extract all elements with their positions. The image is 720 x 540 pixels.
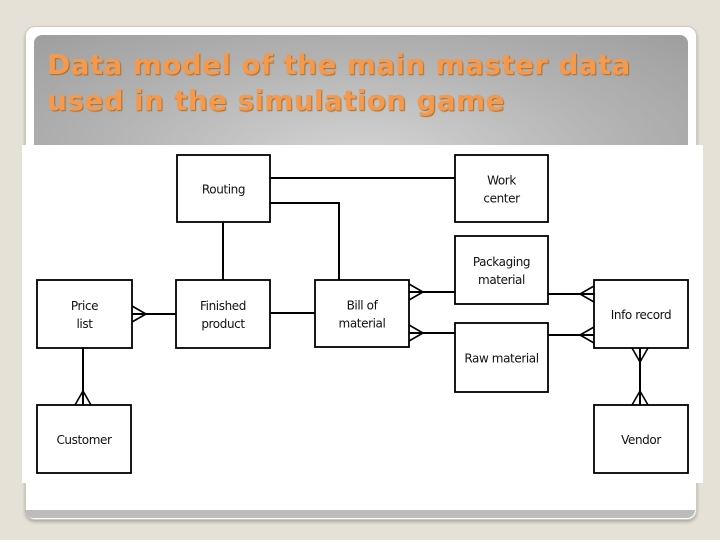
entity-label: material bbox=[339, 317, 386, 331]
relationship-line bbox=[270, 202, 340, 280]
entity-box bbox=[314, 279, 410, 348]
entity-label: center bbox=[483, 192, 520, 206]
entity-label: Routing bbox=[202, 183, 245, 197]
entity-packaging-material: Packaging material bbox=[454, 235, 549, 305]
entity-label: Work bbox=[487, 174, 516, 188]
entity-customer: Customer bbox=[36, 404, 132, 474]
entity-label: Customer bbox=[56, 433, 112, 447]
entity-label: list bbox=[76, 317, 93, 331]
entity-box bbox=[454, 154, 549, 223]
entity-label: product bbox=[201, 317, 245, 331]
entity-bill-of-material: Bill of material bbox=[314, 279, 410, 348]
entity-finished-product: Finished product bbox=[175, 279, 271, 349]
entity-label: Bill of bbox=[347, 299, 379, 313]
entity-vendor: Vendor bbox=[593, 404, 689, 474]
entity-label: Vendor bbox=[621, 433, 661, 447]
entity-label: Finished bbox=[200, 299, 246, 313]
entity-label: material bbox=[478, 273, 525, 287]
entity-label: Packaging bbox=[473, 255, 530, 269]
entity-raw-material: Raw material bbox=[454, 322, 549, 393]
entity-label: Price bbox=[71, 299, 98, 313]
entity-label: Info record bbox=[611, 308, 671, 322]
entity-box bbox=[175, 279, 271, 349]
entity-label: Raw material bbox=[464, 352, 538, 366]
entity-info-record: Info record bbox=[593, 279, 689, 349]
data-model-diagram: Routing Work center Packaging material Raw ma… bbox=[36, 154, 689, 474]
entity-box bbox=[36, 279, 133, 349]
entity-work-center: Work center bbox=[454, 154, 549, 223]
entity-box bbox=[454, 235, 549, 305]
entity-price-list: Price list bbox=[36, 279, 133, 349]
entity-routing: Routing bbox=[176, 154, 271, 223]
